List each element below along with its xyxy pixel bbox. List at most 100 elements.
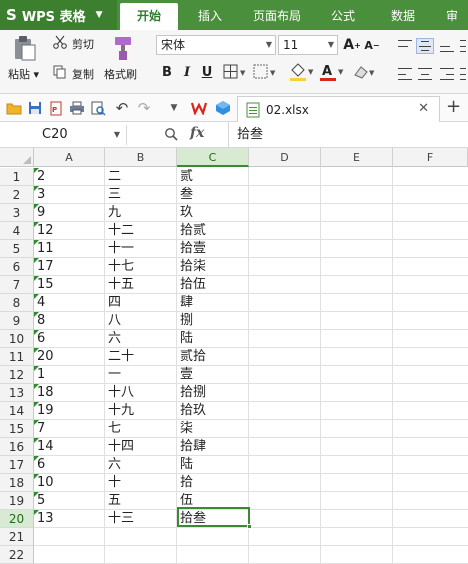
zoom-search-icon[interactable]	[164, 127, 178, 145]
shrink-font-button[interactable]: A −	[363, 36, 381, 54]
cell-b[interactable]: 十三	[105, 510, 177, 528]
cell-b[interactable]: 十	[105, 474, 177, 492]
paste-icon[interactable]	[12, 34, 38, 62]
row-header[interactable]: 10	[0, 330, 34, 348]
cell-b[interactable]: 五	[105, 492, 177, 510]
row-header[interactable]: 5	[0, 240, 34, 258]
fill-color-button[interactable]: ▼	[288, 61, 316, 83]
cell-a[interactable]: 19	[34, 402, 105, 420]
cell-b[interactable]: 四	[105, 294, 177, 312]
cell-c[interactable]: 贰拾	[177, 348, 249, 366]
align-left-button[interactable]	[396, 66, 414, 82]
cell-c[interactable]: 拾	[177, 474, 249, 492]
close-icon[interactable]: ✕	[418, 101, 429, 116]
cell-b[interactable]: 二十	[105, 348, 177, 366]
cell-a[interactable]: 14	[34, 438, 105, 456]
print-icon[interactable]	[69, 100, 85, 116]
cell-c[interactable]: 叁	[177, 186, 249, 204]
borders-button[interactable]: ▼	[222, 63, 248, 81]
align-bottom-button[interactable]	[438, 38, 456, 54]
cell-a[interactable]: 11	[34, 240, 105, 258]
cell-b[interactable]	[105, 546, 177, 564]
cell-a[interactable]: 18	[34, 384, 105, 402]
cell-c[interactable]: 拾肆	[177, 438, 249, 456]
cell-b[interactable]: 十八	[105, 384, 177, 402]
font-size-select[interactable]: 11 ▼	[278, 35, 338, 55]
row-header[interactable]: 16	[0, 438, 34, 456]
customize-toolbar-icon[interactable]: ▼	[166, 100, 182, 116]
cell-c[interactable]: 捌	[177, 312, 249, 330]
format-painter-icon[interactable]	[110, 34, 136, 62]
cell-c[interactable]: 拾柒	[177, 258, 249, 276]
cell-a[interactable]: 20	[34, 348, 105, 366]
align-middle-button[interactable]	[416, 38, 434, 54]
row-header[interactable]: 17	[0, 456, 34, 474]
column-header-a[interactable]: A	[34, 148, 105, 167]
cell-b[interactable]: 三	[105, 186, 177, 204]
row-header[interactable]: 3	[0, 204, 34, 222]
column-header-f[interactable]: F	[393, 148, 468, 167]
cell-c[interactable]: 柒	[177, 420, 249, 438]
cell-a[interactable]: 10	[34, 474, 105, 492]
clear-format-button[interactable]: ▼	[352, 63, 378, 81]
wps-cloud-icon[interactable]	[191, 100, 207, 116]
align-center-button[interactable]	[416, 66, 434, 82]
cell-b[interactable]: 十七	[105, 258, 177, 276]
app-menu-button[interactable]: S WPS 表格 ▼	[0, 0, 117, 30]
cell-c[interactable]	[177, 546, 249, 564]
cut-button[interactable]: 剪切	[72, 36, 94, 52]
cell-a[interactable]: 5	[34, 492, 105, 510]
row-header[interactable]: 18	[0, 474, 34, 492]
row-header[interactable]: 20	[0, 510, 34, 528]
row-header[interactable]: 7	[0, 276, 34, 294]
cell-a[interactable]: 17	[34, 258, 105, 276]
cell-a[interactable]: 2	[34, 168, 105, 186]
copy-button[interactable]: 复制	[72, 66, 94, 82]
wrap-text-button[interactable]	[458, 38, 468, 54]
export-pdf-icon[interactable]: P	[48, 100, 64, 116]
align-top-button[interactable]	[396, 38, 414, 54]
column-header-d[interactable]: D	[249, 148, 321, 167]
print-preview-icon[interactable]	[90, 100, 106, 116]
tab-home[interactable]: 开始	[120, 3, 178, 30]
column-header-b[interactable]: B	[105, 148, 177, 167]
row-header[interactable]: 4	[0, 222, 34, 240]
cell-b[interactable]: 一	[105, 366, 177, 384]
fill-handle[interactable]	[247, 524, 252, 529]
save-icon[interactable]	[27, 100, 43, 116]
cell-c[interactable]: 陆	[177, 330, 249, 348]
document-tab[interactable]: 02.xlsx ✕	[237, 96, 440, 122]
font-color-button[interactable]: A ▼	[318, 61, 346, 83]
row-header[interactable]: 9	[0, 312, 34, 330]
cell-c[interactable]: 贰	[177, 168, 249, 186]
font-name-select[interactable]: 宋体 ▼	[156, 35, 276, 55]
select-all-corner[interactable]	[0, 148, 34, 167]
bold-button[interactable]: B	[158, 63, 176, 81]
cell-b[interactable]: 二	[105, 168, 177, 186]
align-right-button[interactable]	[438, 66, 456, 82]
cell-a[interactable]	[34, 528, 105, 546]
cell-c[interactable]: 拾捌	[177, 384, 249, 402]
cell-a[interactable]: 6	[34, 456, 105, 474]
row-header[interactable]: 15	[0, 420, 34, 438]
cell-a[interactable]: 15	[34, 276, 105, 294]
cell-b[interactable]: 九	[105, 204, 177, 222]
cell-a[interactable]: 6	[34, 330, 105, 348]
row-header[interactable]: 11	[0, 348, 34, 366]
cell-b[interactable]: 十九	[105, 402, 177, 420]
row-header[interactable]: 6	[0, 258, 34, 276]
paste-button[interactable]: 粘贴 ▾	[8, 66, 39, 82]
column-header-e[interactable]: E	[321, 148, 393, 167]
cell-c[interactable]: 拾壹	[177, 240, 249, 258]
insert-function-icon[interactable]: fx	[190, 125, 204, 141]
grow-font-button[interactable]: A +	[343, 36, 361, 54]
tab-page-layout[interactable]: 页面布局	[244, 3, 310, 30]
tab-review[interactable]: 审	[436, 3, 468, 30]
row-header[interactable]: 12	[0, 366, 34, 384]
italic-button[interactable]: I	[178, 63, 196, 81]
cell-b[interactable]: 十二	[105, 222, 177, 240]
cell-c[interactable]	[177, 528, 249, 546]
cell-c[interactable]: 肆	[177, 294, 249, 312]
cell-style-button[interactable]: ▼	[252, 63, 278, 81]
open-folder-icon[interactable]	[6, 100, 22, 116]
